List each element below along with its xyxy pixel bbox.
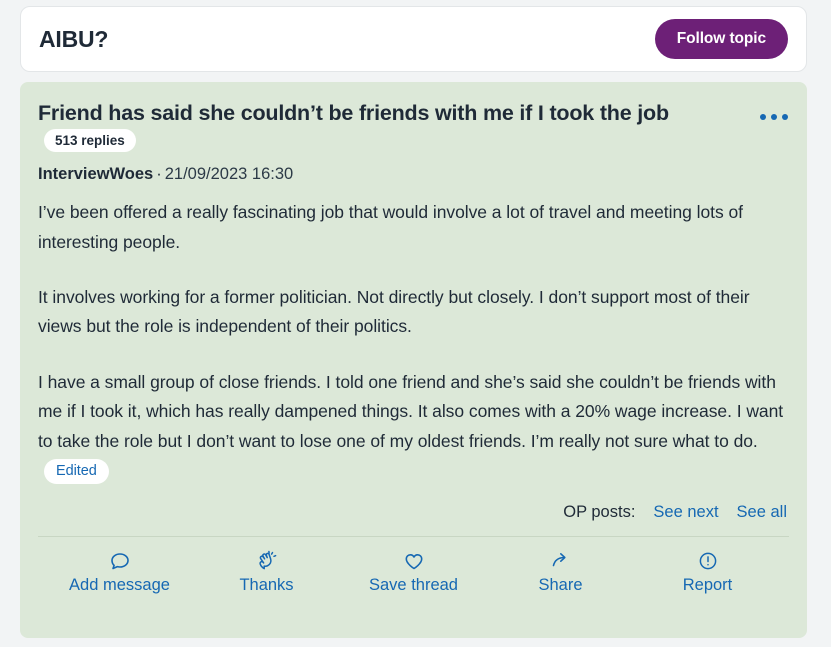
exclamation-circle-icon — [699, 553, 716, 570]
post-paragraph: I have a small group of close friends. I… — [38, 368, 789, 486]
edited-badge: Edited — [44, 459, 109, 485]
post-header: Friend has said she couldn’t be friends … — [38, 98, 789, 153]
add-message-button[interactable]: Add message — [46, 549, 193, 596]
forum-thread-page: AIBU? Follow topic Friend has said she c… — [0, 0, 831, 647]
save-thread-label: Save thread — [369, 576, 458, 595]
kebab-dot — [760, 114, 766, 120]
thread-post-card: Friend has said she couldn’t be friends … — [20, 82, 807, 638]
kebab-menu-icon[interactable] — [757, 106, 791, 128]
kebab-dot — [782, 114, 788, 120]
clapping-hands-icon — [258, 551, 276, 570]
post-body: I’ve been offered a really fascinating j… — [38, 198, 789, 485]
post-action-bar: Add message Thanks Save thread Share Rep… — [38, 537, 789, 596]
op-posts-label: OP posts: — [563, 503, 636, 522]
speech-bubble-icon — [110, 553, 129, 570]
report-label: Report — [682, 576, 733, 595]
post-paragraph-text: I have a small group of close friends. I… — [38, 371, 784, 451]
see-next-link[interactable]: See next — [653, 503, 718, 522]
share-arrow-icon — [552, 553, 566, 567]
post-paragraph: I’ve been offered a really fascinating j… — [38, 202, 743, 252]
share-button[interactable]: Share — [487, 549, 634, 596]
post-title[interactable]: Friend has said she couldn’t be friends … — [38, 101, 669, 125]
post-title-row: Friend has said she couldn’t be friends … — [38, 98, 789, 153]
thanks-button[interactable]: Thanks — [193, 549, 340, 596]
post-timestamp: 21/09/2023 16:30 — [164, 164, 294, 183]
topic-header-card: AIBU? Follow topic — [20, 6, 807, 72]
thanks-label: Thanks — [239, 576, 294, 595]
add-message-label: Add message — [69, 576, 170, 595]
heart-icon — [405, 554, 422, 570]
kebab-dot — [771, 114, 777, 120]
post-author[interactable]: InterviewWoes — [38, 165, 153, 183]
save-thread-button[interactable]: Save thread — [340, 549, 487, 596]
follow-topic-button[interactable]: Follow topic — [654, 19, 788, 59]
op-posts-row: OP posts: See next See all — [38, 503, 789, 522]
byline-separator: · — [156, 164, 162, 183]
post-byline: InterviewWoes · 21/09/2023 16:30 — [38, 165, 789, 185]
share-label: Share — [538, 576, 583, 595]
topic-title: AIBU? — [39, 25, 109, 52]
post-paragraph: It involves working for a former politic… — [38, 287, 750, 337]
replies-count-badge: 513 replies — [44, 128, 136, 152]
report-button[interactable]: Report — [634, 549, 781, 596]
see-all-link[interactable]: See all — [737, 503, 787, 522]
